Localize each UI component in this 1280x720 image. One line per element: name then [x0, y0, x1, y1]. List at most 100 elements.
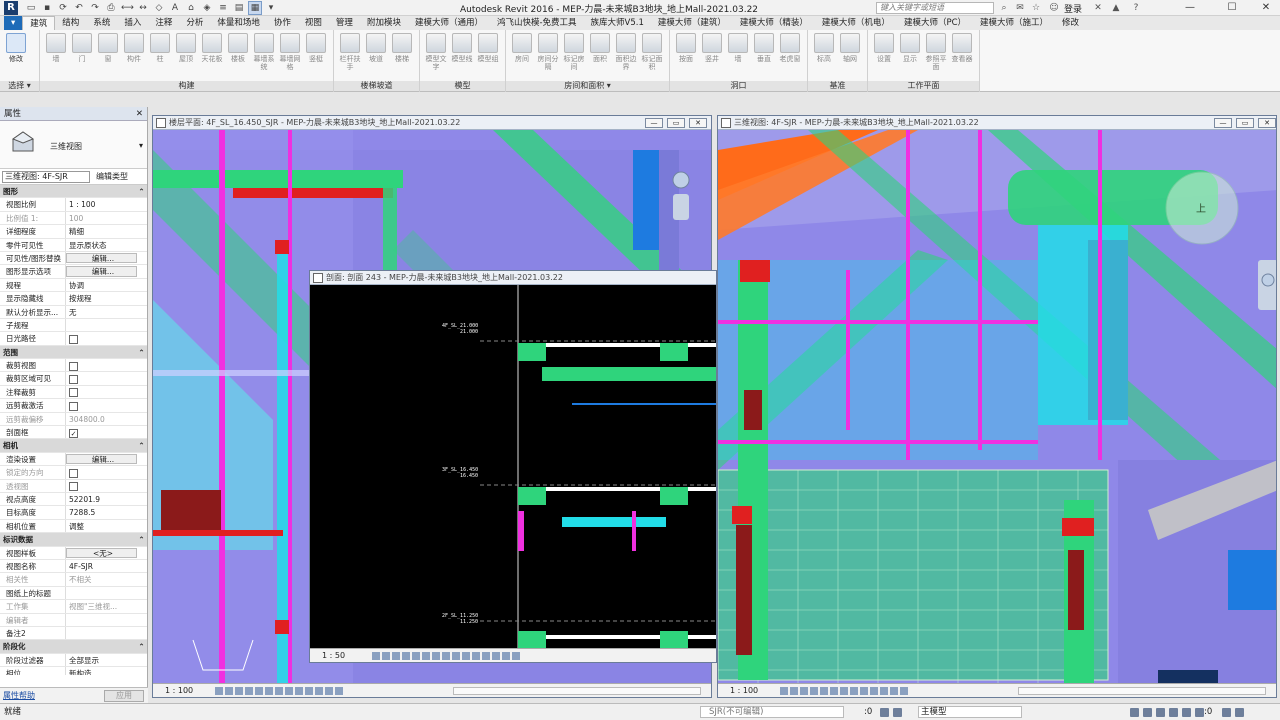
property-row[interactable]: 目标高度 7288.5: [0, 506, 147, 520]
ribbon-tab[interactable]: 建筑: [22, 16, 56, 30]
ribbon-button[interactable]: 坡道: [364, 33, 388, 79]
ribbon-button[interactable]: 门: [70, 33, 94, 79]
property-value[interactable]: 精细: [66, 225, 147, 237]
property-section-header[interactable]: 图形 ⌃: [0, 185, 147, 199]
property-edit-button[interactable]: 编辑...: [66, 453, 137, 465]
property-row[interactable]: 相位 新构造: [0, 667, 147, 675]
property-row[interactable]: 视图比例 1 : 100: [0, 198, 147, 212]
switch-windows-icon[interactable]: ▦: [248, 1, 262, 15]
property-value[interactable]: 显示原状态: [66, 239, 147, 251]
checkbox[interactable]: [69, 334, 78, 344]
ribbon-button[interactable]: 设置: [872, 33, 896, 79]
property-value[interactable]: 不相关: [66, 573, 147, 585]
open-icon[interactable]: ▭: [24, 1, 38, 15]
star-icon[interactable]: ☆: [1030, 2, 1042, 14]
property-row[interactable]: 编辑者: [0, 613, 147, 627]
filter-tools[interactable]: [1222, 708, 1244, 717]
view-tools[interactable]: [372, 652, 520, 660]
section-icon[interactable]: ◈: [200, 1, 214, 15]
exchange-icon[interactable]: ✕: [1092, 2, 1104, 14]
ribbon-button[interactable]: 标高: [812, 33, 836, 79]
maximize-button[interactable]: ☐: [1218, 0, 1246, 16]
ribbon-button[interactable]: 按面: [674, 33, 698, 79]
property-value[interactable]: 视图"三维视...: [66, 600, 147, 612]
ribbon-button[interactable]: 天花板: [200, 33, 224, 79]
ribbon-button[interactable]: 面积边界: [614, 33, 638, 79]
property-row[interactable]: 备注2: [0, 626, 147, 641]
ribbon-tab[interactable]: 建模大师（建筑）: [651, 16, 733, 30]
property-row[interactable]: 相关性 不相关: [0, 573, 147, 587]
checkbox[interactable]: [69, 361, 78, 371]
ribbon-button[interactable]: 构件: [122, 33, 146, 79]
property-section-header[interactable]: 标识数据 ⌃: [0, 533, 147, 547]
property-value[interactable]: [66, 372, 147, 384]
ribbon-group-title[interactable]: 基准: [808, 81, 867, 91]
ribbon-tab[interactable]: 插入: [117, 16, 148, 30]
ribbon-button[interactable]: 垂直: [752, 33, 776, 79]
property-value[interactable]: [66, 399, 147, 411]
ribbon-button[interactable]: 幕墙网格: [278, 33, 302, 79]
collapse-icon[interactable]: ⌃: [133, 346, 147, 358]
property-row[interactable]: 透视图: [0, 479, 147, 493]
ribbon-tab[interactable]: 管理: [329, 16, 360, 30]
property-row[interactable]: 显示隐藏线 按规程: [0, 292, 147, 306]
ribbon-tab[interactable]: 族库大师V5.1: [584, 16, 651, 30]
ribbon-button[interactable]: 栏杆扶手: [338, 33, 362, 79]
text-icon[interactable]: A: [168, 1, 182, 15]
account-icon[interactable]: ▲: [1110, 2, 1122, 14]
file-menu-tab[interactable]: ▾: [4, 16, 23, 30]
property-row[interactable]: 可见性/图形替换 编辑...: [0, 251, 147, 266]
ribbon-tab[interactable]: 建模大师（机电）: [815, 16, 897, 30]
view-scale[interactable]: 1 : 100: [165, 684, 193, 697]
ribbon-button[interactable]: 轴网: [838, 33, 862, 79]
minimize-button[interactable]: —: [1176, 0, 1204, 16]
property-row[interactable]: 阶段过滤器 全部显示: [0, 653, 147, 668]
minimize-view-button[interactable]: —: [1214, 118, 1232, 128]
property-row[interactable]: 规程 协调: [0, 278, 147, 293]
ribbon-tab[interactable]: 附加模块: [360, 16, 408, 30]
view-title-bar[interactable]: 三维视图: 4F-SJR - MEP-力晨-未来城B3地块_地上Mall-202…: [718, 116, 1276, 130]
property-value[interactable]: 1 : 100: [66, 198, 147, 210]
ribbon-button[interactable]: 楼板: [226, 33, 250, 79]
ribbon-button[interactable]: 查看器: [950, 33, 974, 79]
property-value[interactable]: 全部显示: [66, 654, 147, 666]
checkbox[interactable]: [69, 482, 78, 492]
3d-canvas[interactable]: 上: [718, 130, 1276, 683]
checkbox[interactable]: [69, 468, 78, 478]
ribbon-button[interactable]: 模型组: [476, 33, 500, 79]
search-input[interactable]: 键入关键字或短语: [876, 2, 994, 14]
chevron-down-icon[interactable]: ▾: [139, 141, 143, 150]
ribbon-button[interactable]: 房间: [510, 33, 534, 79]
property-row[interactable]: 剖面框 ✓: [0, 426, 147, 440]
ribbon-tab[interactable]: 鸿飞山快模-免费工具: [490, 16, 584, 30]
section-canvas[interactable]: 4F_SL_21.000 21.000 3F_SL_16.450 16.450 …: [310, 285, 716, 648]
property-value[interactable]: [66, 332, 147, 344]
ribbon-button[interactable]: 房间分隔: [536, 33, 560, 79]
property-row[interactable]: 渲染设置 编辑...: [0, 452, 147, 467]
property-row[interactable]: 子规程: [0, 318, 147, 333]
view-scale[interactable]: 1 : 50: [322, 649, 345, 662]
property-row[interactable]: 默认分析显示... 无: [0, 305, 147, 319]
save-icon[interactable]: ▪: [40, 1, 54, 15]
checkbox[interactable]: [69, 388, 78, 398]
property-section-header[interactable]: 相机 ⌃: [0, 439, 147, 453]
ribbon-button[interactable]: 竖梃: [304, 33, 328, 79]
section-view-window[interactable]: 剖面: 剖面 243 - MEP-力晨-未来城B3地块_地上Mall-2021.…: [309, 270, 717, 663]
help-icon[interactable]: ?: [1130, 2, 1142, 14]
ribbon-group-title[interactable]: 模型: [420, 81, 505, 91]
property-value[interactable]: [66, 480, 147, 492]
ribbon-button[interactable]: 墙: [726, 33, 750, 79]
property-value[interactable]: 按规程: [66, 292, 147, 304]
view-title-bar[interactable]: 楼层平面: 4F_SL_16.450_SJR - MEP-力晨-未来城B3地块_…: [153, 116, 711, 130]
property-value[interactable]: 4F-SJR: [66, 560, 147, 572]
collapse-icon[interactable]: ⌃: [133, 439, 147, 451]
user-icon[interactable]: ☺: [1048, 2, 1060, 14]
property-value[interactable]: [66, 319, 147, 331]
thin-lines-icon[interactable]: ≡: [216, 1, 230, 15]
ribbon-button[interactable]: 窗: [96, 33, 120, 79]
ribbon-button[interactable]: 老虎窗: [778, 33, 802, 79]
redo-icon[interactable]: ↷: [88, 1, 102, 15]
restore-view-button[interactable]: ▭: [667, 118, 685, 128]
ribbon-group-title[interactable]: 构建: [40, 81, 333, 91]
ribbon-button[interactable]: 模型线: [450, 33, 474, 79]
